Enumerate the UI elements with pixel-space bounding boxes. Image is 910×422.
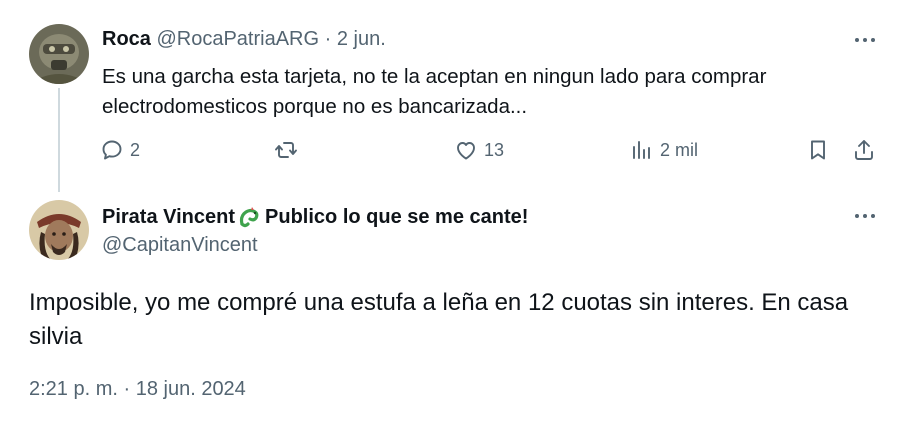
share-button[interactable] bbox=[852, 134, 876, 166]
main-author-avatar[interactable] bbox=[29, 200, 89, 260]
bookmark-button[interactable] bbox=[806, 134, 830, 166]
reply-separator: · bbox=[324, 28, 332, 50]
dragon-emoji-icon bbox=[239, 207, 259, 228]
retweet-icon bbox=[275, 142, 297, 158]
reply-date[interactable]: 2 jun. bbox=[337, 28, 386, 50]
reply-header: Roca @RocaPatriaARG · 2 jun. bbox=[102, 28, 386, 51]
more-icon bbox=[855, 214, 859, 218]
main-author-name[interactable]: Pirata Vincent Publico lo que se me cant… bbox=[102, 204, 528, 230]
thread-connector-line bbox=[58, 88, 60, 192]
like-count: 13 bbox=[484, 139, 505, 160]
reply-text: Es una garcha esta tarjeta, no te la ace… bbox=[102, 65, 767, 118]
reply-count: 2 bbox=[130, 139, 141, 160]
retweet-button[interactable] bbox=[274, 134, 304, 166]
reply-icon bbox=[102, 140, 122, 160]
views-icon bbox=[633, 141, 650, 159]
main-tweet-timestamp[interactable]: 2:21 p. m. · 18 jun. 2024 bbox=[29, 378, 246, 401]
main-author-handle[interactable]: @CapitanVincent bbox=[102, 234, 258, 257]
views-button[interactable]: 2 mil bbox=[630, 134, 698, 166]
reply-button[interactable]: 2 bbox=[100, 134, 140, 166]
reply-author-handle[interactable]: @RocaPatriaARG bbox=[156, 28, 319, 50]
reply-more-button[interactable] bbox=[845, 28, 885, 52]
bookmark-icon bbox=[811, 140, 825, 160]
main-author-name-text: Pirata Vincent bbox=[102, 205, 236, 228]
more-icon bbox=[855, 38, 859, 42]
like-button[interactable]: 13 bbox=[454, 134, 504, 166]
like-icon bbox=[457, 142, 475, 160]
main-tweet-text: Imposible, yo me compré una estufa a leñ… bbox=[29, 289, 849, 350]
reply-author-avatar[interactable] bbox=[29, 24, 89, 84]
reply-author-name[interactable]: Roca bbox=[102, 28, 151, 50]
views-count: 2 mil bbox=[660, 139, 699, 160]
reply-action-bar: 2 13 2 mil bbox=[100, 134, 890, 166]
main-author-name-suffix: Publico lo que se me cante! bbox=[265, 205, 529, 228]
share-icon bbox=[855, 140, 873, 160]
main-more-button[interactable] bbox=[845, 204, 885, 228]
